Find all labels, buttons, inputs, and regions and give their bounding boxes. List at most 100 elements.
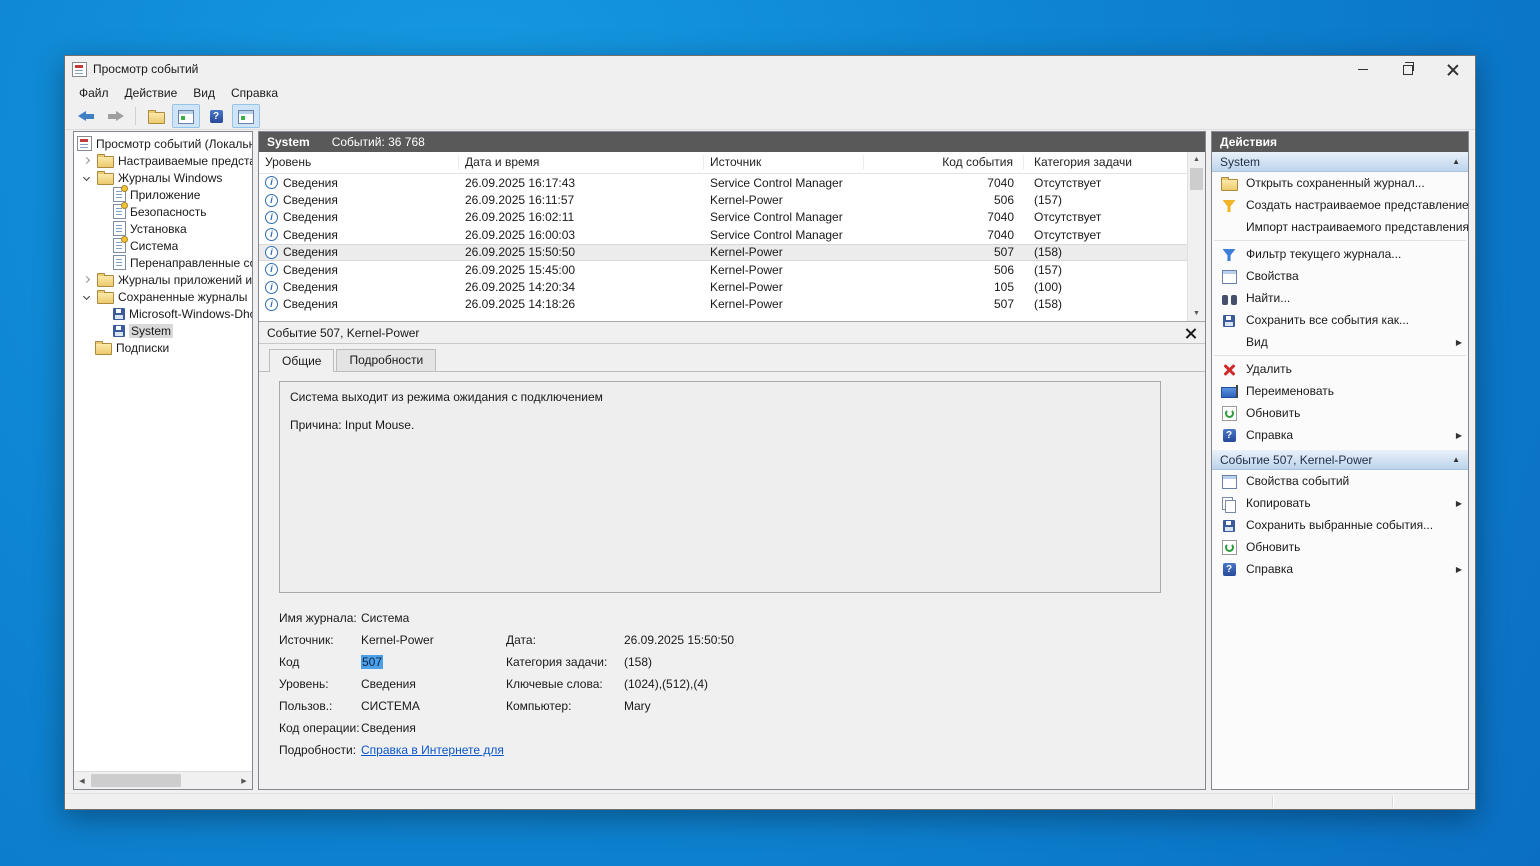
event-row-selected[interactable]: Сведения 26.09.2025 15:50:50 Kernel-Powe… — [259, 244, 1205, 261]
save-icon — [1223, 520, 1235, 532]
action-rename[interactable]: Переименовать — [1212, 380, 1468, 402]
info-icon — [265, 194, 278, 207]
tree-item-setup[interactable]: Установка — [74, 220, 252, 237]
event-row[interactable]: Сведения 26.09.2025 16:00:03 Service Con… — [259, 226, 1205, 243]
minimize-button[interactable] — [1340, 56, 1385, 82]
help-toolbar-button[interactable] — [203, 104, 229, 128]
expand-icon[interactable] — [79, 158, 93, 163]
back-button[interactable] — [73, 104, 99, 128]
log-icon — [113, 238, 126, 253]
action-copy[interactable]: Копировать▶ — [1212, 492, 1468, 514]
console-tree-panel: Просмотр событий (Локальный Настраиваемы… — [73, 131, 253, 790]
actions-panel: Действия System ▲ Открыть сохраненный жу… — [1211, 131, 1469, 790]
submenu-arrow-icon: ▶ — [1456, 565, 1468, 574]
tree-item-root[interactable]: Просмотр событий (Локальный — [74, 135, 252, 152]
action-properties[interactable]: Свойства — [1212, 265, 1468, 287]
forward-button[interactable] — [102, 104, 128, 128]
event-message-line: Причина: Input Mouse. — [290, 418, 1150, 432]
copy-icon — [1222, 497, 1233, 510]
action-view[interactable]: Вид▶ — [1212, 331, 1468, 353]
collapse-icon[interactable] — [79, 175, 93, 180]
tree-item-system[interactable]: Система — [74, 237, 252, 254]
list-vertical-scrollbar[interactable]: ▲ ▼ — [1187, 152, 1205, 321]
toolbar — [65, 103, 1475, 130]
forward-arrow-icon — [107, 111, 124, 122]
menu-file[interactable]: Файл — [71, 84, 117, 102]
log-icon — [113, 187, 126, 202]
action-refresh-event[interactable]: Обновить — [1212, 536, 1468, 558]
event-row[interactable]: Сведения 26.09.2025 15:45:00 Kernel-Powe… — [259, 261, 1205, 278]
tree-item-application[interactable]: Приложение — [74, 186, 252, 203]
detail-tabs: Общие Подробности — [259, 344, 1205, 372]
column-event-code[interactable]: Код события — [864, 155, 1024, 170]
action-find[interactable]: Найти... — [1212, 287, 1468, 309]
action-open-saved-log[interactable]: Открыть сохраненный журнал... — [1212, 172, 1468, 194]
statusbar-divider — [1272, 796, 1273, 807]
column-task-category[interactable]: Категория задачи — [1024, 155, 1205, 170]
tree-horizontal-scrollbar[interactable]: ◀ ▶ — [74, 771, 252, 789]
tree-item-saved-logs[interactable]: Сохраненные журналы — [74, 288, 252, 305]
action-save-all-events[interactable]: Сохранить все события как... — [1212, 309, 1468, 331]
field-label: Ключевые слова: — [506, 677, 624, 691]
collapse-icon[interactable] — [79, 294, 93, 299]
collapse-section-icon[interactable]: ▲ — [1452, 157, 1460, 166]
close-button[interactable] — [1430, 56, 1475, 82]
tab-details[interactable]: Подробности — [336, 349, 436, 372]
menu-view[interactable]: Вид — [185, 84, 223, 102]
actions-section-system-header[interactable]: System ▲ — [1212, 152, 1468, 172]
tree-item-app-service-logs[interactable]: Журналы приложений и слу — [74, 271, 252, 288]
action-filter-current-log[interactable]: Фильтр текущего журнала... — [1212, 243, 1468, 265]
event-row[interactable]: Сведения 26.09.2025 14:20:34 Kernel-Powe… — [259, 278, 1205, 295]
event-row[interactable]: Сведения 26.09.2025 16:11:57 Kernel-Powe… — [259, 191, 1205, 208]
menu-action[interactable]: Действие — [117, 84, 186, 102]
online-help-link[interactable]: Справка в Интернете для — [361, 743, 504, 757]
action-help[interactable]: Справка▶ — [1212, 424, 1468, 446]
scroll-down-icon[interactable]: ▼ — [1189, 306, 1205, 321]
scroll-up-icon[interactable]: ▲ — [1189, 152, 1205, 167]
center-pane: System Событий: 36 768 Уровень Дата и вр… — [258, 131, 1206, 790]
field-value-selected: 507 — [361, 655, 383, 669]
field-label: Источник: — [279, 633, 361, 647]
close-icon — [1447, 64, 1458, 75]
tree-item-windows-logs[interactable]: Журналы Windows — [74, 169, 252, 186]
action-help-event[interactable]: Справка▶ — [1212, 558, 1468, 580]
tree-item-subscriptions[interactable]: Подписки — [74, 339, 252, 356]
collapse-section-icon[interactable]: ▲ — [1452, 455, 1460, 464]
scrollbar-thumb[interactable] — [1190, 168, 1203, 190]
event-message-box[interactable]: Система выходит из режима ожидания с под… — [279, 381, 1161, 593]
event-row[interactable]: Сведения 26.09.2025 16:17:43 Service Con… — [259, 174, 1205, 191]
expand-icon[interactable] — [79, 277, 93, 282]
log-icon — [113, 204, 126, 219]
action-refresh[interactable]: Обновить — [1212, 402, 1468, 424]
field-value: Система — [361, 611, 506, 625]
tree-item-dhcp-log[interactable]: Microsoft-Windows-Dhcp — [74, 305, 252, 322]
column-level[interactable]: Уровень — [259, 155, 459, 170]
restore-button[interactable] — [1385, 56, 1430, 82]
action-import-custom-view[interactable]: Импорт настраиваемого представления — [1212, 216, 1468, 238]
action-save-selected-events[interactable]: Сохранить выбранные события... — [1212, 514, 1468, 536]
scroll-right-icon[interactable]: ▶ — [236, 777, 252, 785]
action-create-custom-view[interactable]: Создать настраиваемое представление... — [1212, 194, 1468, 216]
action-delete[interactable]: Удалить — [1212, 358, 1468, 380]
event-row[interactable]: Сведения 26.09.2025 16:02:11 Service Con… — [259, 209, 1205, 226]
scrollbar-thumb[interactable] — [91, 774, 181, 787]
toggle-console-tree-button[interactable] — [172, 104, 200, 128]
event-row[interactable]: Сведения 26.09.2025 14:18:26 Kernel-Powe… — [259, 296, 1205, 313]
tab-general[interactable]: Общие — [269, 349, 334, 372]
toggle-action-pane-button[interactable] — [232, 104, 260, 128]
field-label: Компьютер: — [506, 699, 624, 713]
column-source[interactable]: Источник — [704, 155, 864, 170]
event-count: Событий: 36 768 — [332, 135, 425, 149]
tree-item-system-saved-log[interactable]: System — [74, 322, 252, 339]
tree-item-custom-views[interactable]: Настраиваемые представлен — [74, 152, 252, 169]
scroll-left-icon[interactable]: ◀ — [74, 777, 90, 785]
menu-help[interactable]: Справка — [223, 84, 286, 102]
tree-item-security[interactable]: Безопасность — [74, 203, 252, 220]
column-datetime[interactable]: Дата и время — [459, 155, 704, 170]
detail-close-icon[interactable] — [1185, 327, 1197, 339]
action-event-properties[interactable]: Свойства событий — [1212, 470, 1468, 492]
info-icon — [265, 263, 278, 276]
tree-item-forwarded-events[interactable]: Перенаправленные собы — [74, 254, 252, 271]
actions-section-event-header[interactable]: Событие 507, Kernel-Power ▲ — [1212, 450, 1468, 470]
open-saved-log-button[interactable] — [143, 104, 169, 128]
